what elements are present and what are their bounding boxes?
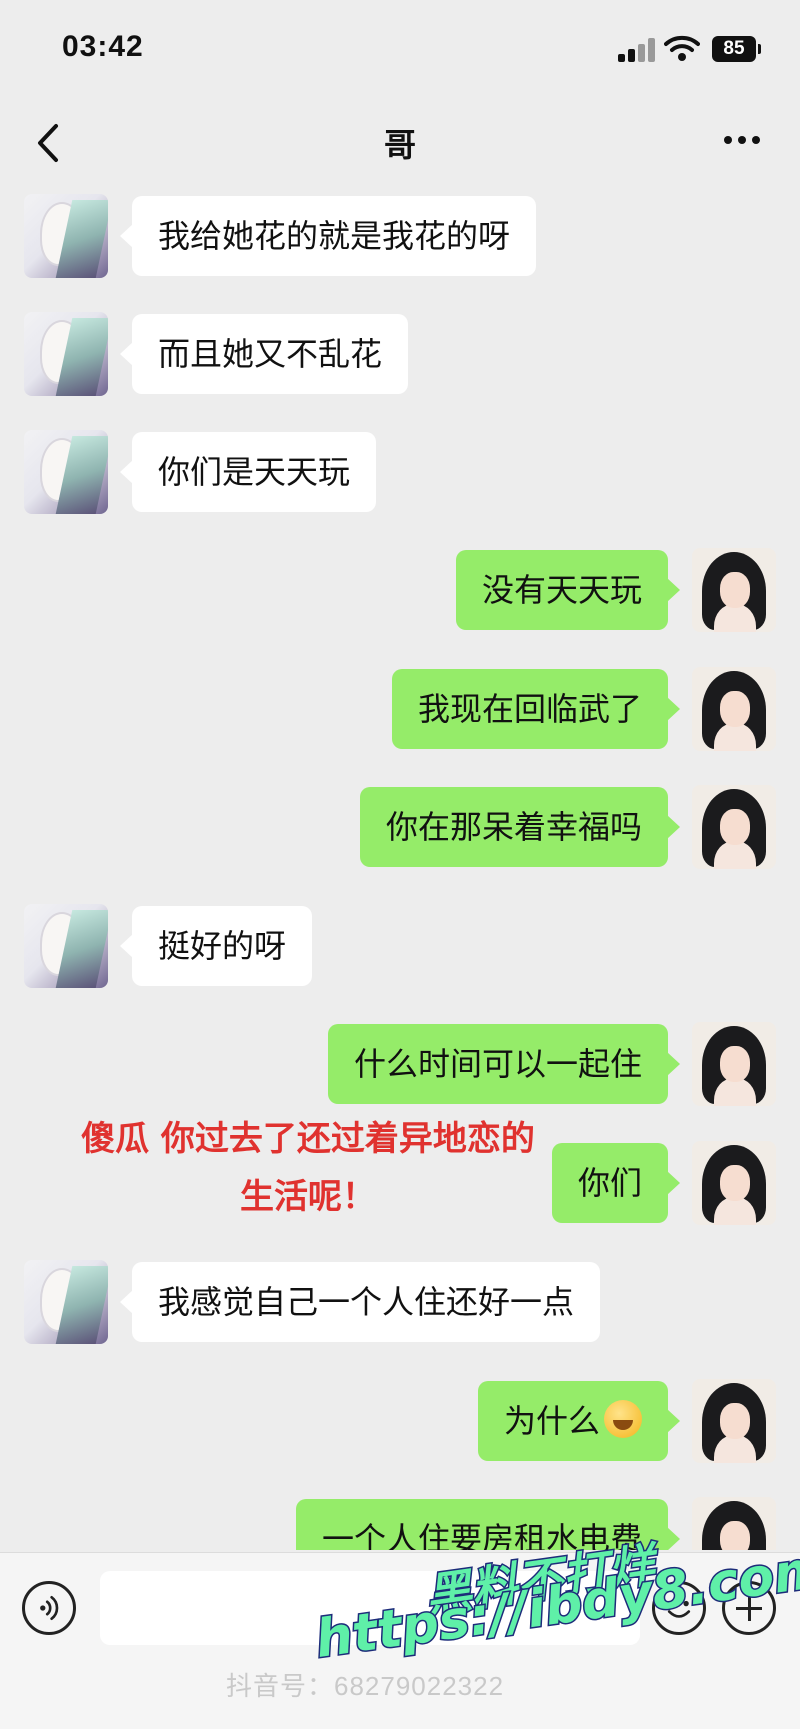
- chat-title: 哥: [383, 126, 416, 164]
- laughing-crying-emoji-icon: [604, 1400, 642, 1438]
- message-row: 为什么: [0, 1375, 800, 1465]
- contact-avatar[interactable]: [24, 430, 108, 514]
- message-bubble[interactable]: 我给她花的就是我花的呀: [119, 196, 537, 276]
- contact-avatar[interactable]: [24, 194, 108, 278]
- wifi-icon: [664, 35, 700, 61]
- message-row: 没有天天玩: [0, 544, 800, 634]
- status-bar: 03:42 85: [0, 0, 800, 100]
- status-time: 03:42: [62, 30, 144, 63]
- chat-message-list[interactable]: 我给她花的就是我花的呀 而且她又不乱花 你们是天天玩 没有天天玩 我现在回临武了…: [0, 190, 800, 1550]
- message-bubble[interactable]: 你们是天天玩: [119, 432, 377, 512]
- more-dots-icon[interactable]: [722, 130, 762, 150]
- own-avatar[interactable]: [692, 667, 776, 751]
- message-bubble[interactable]: 挺好的呀: [119, 906, 313, 986]
- message-bubble[interactable]: 你在那呆着幸福吗: [359, 787, 681, 867]
- contact-avatar[interactable]: [24, 312, 108, 396]
- own-avatar[interactable]: [692, 785, 776, 869]
- message-bubble[interactable]: 没有天天玩: [455, 550, 681, 630]
- message-row: 我现在回临武了: [0, 663, 800, 753]
- message-row: 什么时间可以一起住: [0, 1018, 800, 1108]
- message-row: 挺好的呀: [0, 900, 800, 990]
- cellular-signal-icon: [618, 38, 656, 62]
- douyin-watermark: 抖音号：68279022322: [226, 1671, 505, 1701]
- message-bubble[interactable]: 什么时间可以一起住: [327, 1024, 681, 1104]
- own-avatar[interactable]: [692, 548, 776, 632]
- contact-avatar[interactable]: [24, 904, 108, 988]
- overlay-caption-line: 傻瓜 你过去了还过着异地恋的: [81, 1119, 535, 1159]
- nav-bar: 哥: [0, 100, 800, 190]
- message-row: 你在那呆着幸福吗: [0, 781, 800, 871]
- own-avatar[interactable]: [692, 1141, 776, 1225]
- own-avatar[interactable]: [692, 1022, 776, 1106]
- message-row: 我给她花的就是我花的呀: [0, 190, 800, 280]
- message-bubble[interactable]: 我现在回临武了: [391, 669, 681, 749]
- message-row: 一个人住要房租水电费: [0, 1493, 800, 1550]
- message-bubble[interactable]: 而且她又不乱花: [119, 314, 409, 394]
- voice-icon[interactable]: [22, 1581, 76, 1635]
- message-text: 为什么: [503, 1402, 600, 1440]
- message-row: 而且她又不乱花: [0, 308, 800, 398]
- message-row: 你们是天天玩: [0, 426, 800, 516]
- message-bubble[interactable]: 我感觉自己一个人住还好一点: [119, 1262, 601, 1342]
- message-row: 我感觉自己一个人住还好一点: [0, 1256, 800, 1346]
- battery-indicator: 85: [712, 36, 761, 62]
- overlay-caption-line: 生活呢！: [240, 1177, 376, 1217]
- overlay-caption: 傻瓜 你过去了还过着异地恋的 生活呢！: [28, 1110, 588, 1226]
- message-bubble[interactable]: 为什么: [477, 1381, 681, 1461]
- own-avatar[interactable]: [692, 1497, 776, 1550]
- own-avatar[interactable]: [692, 1379, 776, 1463]
- contact-avatar[interactable]: [24, 1260, 108, 1344]
